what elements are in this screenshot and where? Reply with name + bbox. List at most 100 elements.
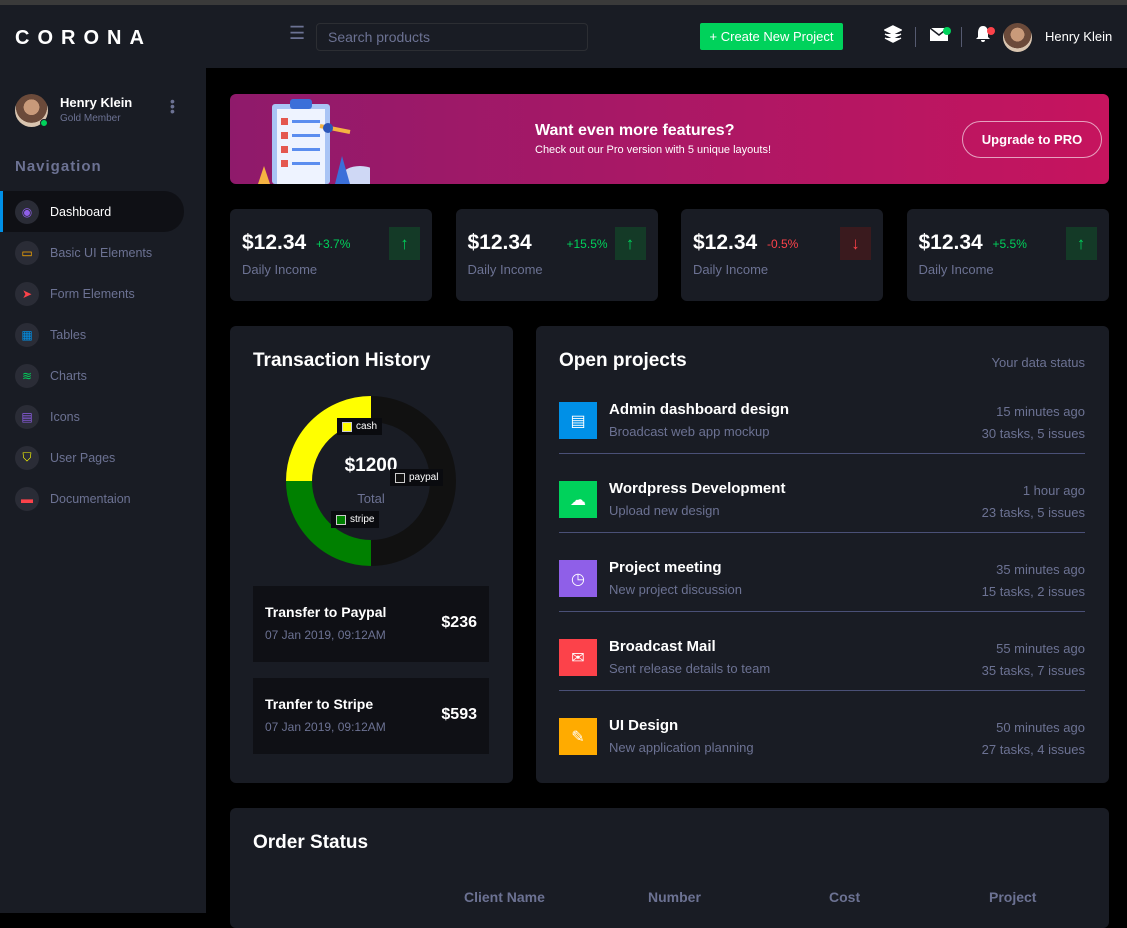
card-title: Open projects — [559, 350, 687, 371]
sidebar-item-tables[interactable]: ▦ Tables — [0, 314, 206, 355]
navbar-user-name[interactable]: Henry Klein — [1045, 29, 1112, 44]
transaction-title: Tranfer to Stripe — [265, 696, 374, 712]
stat-amount: $12.34 — [242, 231, 307, 254]
column-header[interactable]: Project — [989, 889, 1036, 905]
arrow-down-icon: ↓ — [840, 227, 871, 260]
navigation-icon: ➤ — [15, 281, 39, 306]
transaction-date: 07 Jan 2019, 09:12AM — [265, 720, 386, 734]
layers-icon[interactable] — [883, 25, 903, 48]
stat-change: +3.7% — [316, 237, 351, 251]
arrow-up-icon: ↑ — [614, 227, 646, 260]
legend-label-cash: cash — [337, 418, 383, 435]
transaction-amount: $593 — [441, 706, 477, 723]
stat-label: Daily Income — [242, 262, 318, 277]
project-time: 1 hour ago — [1022, 483, 1085, 498]
profile-menu-icon[interactable]: • • • — [170, 94, 175, 118]
sidebar-item-dashboard[interactable]: ◉ Dashboard — [0, 191, 184, 232]
project-time: 55 minutes ago — [996, 641, 1085, 656]
income-stat-card: $12.34 +3.7% Daily Income ↑ — [230, 209, 432, 301]
notification-badge — [987, 27, 995, 35]
file-icon: ▤ — [559, 402, 597, 439]
sidebar-item-user-pages[interactable]: ⛉ User Pages — [0, 437, 206, 478]
profile-rank: Gold Member — [60, 113, 121, 124]
create-project-button[interactable]: + Create New Project — [700, 23, 843, 50]
project-tasks: 27 tasks, 4 issues — [981, 742, 1085, 757]
project-item[interactable]: ✎ UI Design New application planning 50 min… — [559, 712, 1085, 791]
sidebar-item-basic-ui-elements[interactable]: ▭ Basic UI Elements — [0, 232, 206, 273]
project-tasks: 15 tasks, 2 issues — [981, 584, 1085, 599]
sidebar-item-form-elements[interactable]: ➤ Form Elements — [0, 273, 206, 314]
stat-change: +5.5% — [992, 237, 1027, 251]
project-subtitle: New project discussion — [609, 582, 742, 597]
compass-icon: ◉ — [15, 199, 39, 224]
search-input[interactable] — [316, 23, 588, 51]
nav-title: Navigation — [15, 158, 102, 175]
clipboard-illustration — [258, 99, 370, 184]
divider — [559, 453, 1085, 454]
project-item[interactable]: ▤ Admin dashboard design Broadcast web app… — [559, 396, 1085, 475]
divider — [559, 611, 1085, 612]
divider — [559, 532, 1085, 533]
stat-amount: $12.34 — [918, 231, 983, 254]
project-time: 50 minutes ago — [996, 720, 1085, 735]
transaction-history-card: Transaction History $1200 Total cash pay… — [230, 326, 513, 783]
project-tasks: 23 tasks, 5 issues — [981, 505, 1085, 520]
column-header[interactable]: Number — [648, 889, 701, 905]
project-item[interactable]: ✉ Broadcast Mail Sent release details to t… — [559, 633, 1085, 712]
banner-title: Want even more features? — [535, 122, 735, 139]
sidebar: Henry Klein Gold Member • • • Navigation ◉… — [0, 68, 206, 913]
cloud-download-icon: ☁ — [559, 481, 597, 518]
stat-label: Daily Income — [693, 262, 769, 277]
donut-total-label: Total — [357, 491, 385, 506]
column-header[interactable]: Cost — [829, 889, 860, 905]
project-item[interactable]: ☁ Wordpress Development Upload new design 1… — [559, 475, 1085, 554]
project-title: Admin dashboard design — [609, 401, 790, 418]
transaction-amount: $236 — [441, 614, 477, 631]
upgrade-button[interactable]: Upgrade to PRO — [962, 121, 1102, 158]
income-stat-card: $12.34 -0.5% Daily Income ↓ — [681, 209, 883, 301]
transaction-item[interactable]: Transfer to Paypal 07 Jan 2019, 09:12AM $2… — [253, 586, 489, 662]
sidebar-item-label: Icons — [50, 409, 80, 424]
stat-amount: $12.34 — [467, 231, 532, 254]
laptop-icon: ▭ — [15, 240, 39, 265]
divider — [559, 690, 1085, 691]
project-title: Broadcast Mail — [609, 638, 716, 655]
project-tasks: 35 tasks, 7 issues — [981, 663, 1085, 678]
sidebar-item-label: Documentaion — [50, 491, 131, 506]
transaction-date: 07 Jan 2019, 09:12AM — [265, 628, 386, 642]
legend-label-paypal: paypal — [390, 469, 444, 486]
contacts-icon: ▤ — [15, 404, 39, 429]
brush-icon: ✎ — [559, 718, 597, 755]
pro-banner: Want even more features? Check out our P… — [230, 94, 1109, 184]
arrow-up-icon: ↑ — [389, 227, 420, 260]
project-subtitle: Upload new design — [609, 503, 720, 518]
legend-label-stripe: stripe — [331, 511, 380, 528]
transaction-title: Transfer to Paypal — [265, 604, 387, 620]
project-item[interactable]: ◷ Project meeting New project discussion 35… — [559, 554, 1085, 633]
mail-icon: ✉ — [559, 639, 597, 676]
project-time: 35 minutes ago — [996, 562, 1085, 577]
stat-label: Daily Income — [467, 262, 543, 277]
transaction-item[interactable]: Tranfer to Stripe 07 Jan 2019, 09:12AM $59… — [253, 678, 489, 754]
mail-badge — [943, 27, 951, 35]
menu-toggle-icon[interactable]: ☰ — [289, 23, 305, 44]
sidebar-item-icons[interactable]: ▤ Icons — [0, 396, 206, 437]
column-header[interactable]: Client Name — [464, 889, 545, 905]
top-navbar: CORONA ☰ + Create New Project Henry Klei… — [0, 5, 1127, 68]
user-avatar[interactable] — [1003, 23, 1032, 52]
sidebar-item-charts[interactable]: ≋ Charts — [0, 355, 206, 396]
stat-change: +15.5% — [566, 237, 608, 251]
sidebar-item-label: Charts — [50, 368, 87, 383]
sidebar-nav: ◉ Dashboard ▭ Basic UI Elements ➤ Form Elemen… — [0, 191, 206, 519]
stat-label: Daily Income — [918, 262, 994, 277]
banner-subtitle: Check out our Pro version with 5 unique … — [535, 144, 772, 156]
sidebar-item-documentaion[interactable]: ▬ Documentaion — [0, 478, 206, 519]
sidebar-item-label: Dashboard — [50, 204, 112, 219]
profile-name: Henry Klein — [60, 95, 133, 110]
brand-logo[interactable]: CORONA — [15, 27, 152, 50]
open-projects-card: Open projects Your data status ▤ Admin da… — [536, 326, 1109, 783]
sidebar-item-label: Form Elements — [50, 286, 135, 301]
project-tasks: 30 tasks, 5 issues — [981, 426, 1085, 441]
project-subtitle: New application planning — [609, 740, 754, 755]
book-icon: ▬ — [15, 486, 39, 511]
